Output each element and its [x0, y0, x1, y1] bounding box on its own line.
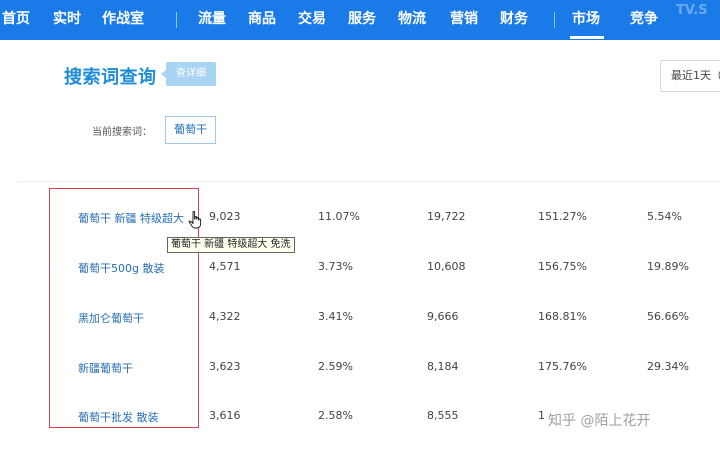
search-popularity-cell: 3,623: [209, 360, 241, 373]
current-keyword-label: 当前搜索词：: [92, 127, 152, 138]
zhihu-watermark: 知乎 @陌上花开: [548, 413, 651, 429]
ratio-cell: 156.75%: [538, 260, 587, 273]
nav-item-market[interactable]: 市场: [572, 0, 600, 40]
current-keyword-tag[interactable]: 葡萄干: [165, 116, 216, 144]
keyword-highlight-box: [49, 188, 199, 428]
nav-item-logistics[interactable]: 物流: [398, 0, 426, 40]
rate-cell: 5.54%: [647, 210, 682, 223]
count-cell: 8,184: [427, 360, 459, 373]
rate-cell: 29.34%: [647, 360, 689, 373]
rate-cell: 56.66%: [647, 310, 689, 323]
ratio-cell: 168.81%: [538, 310, 587, 323]
nav-item-traffic[interactable]: 流量: [198, 0, 226, 40]
search-query-header: [18, 40, 720, 182]
ratio-cell: 151.27%: [538, 210, 587, 223]
percent-cell: 11.07%: [318, 210, 360, 223]
nav-item-service[interactable]: 服务: [348, 0, 376, 40]
nav-item-realtime[interactable]: 实时: [53, 0, 81, 40]
percent-cell: 2.58%: [318, 409, 353, 422]
keyword-tooltip: 葡萄干 新疆 特级超大 免洗: [167, 237, 295, 253]
ratio-cell: 175.76%: [538, 360, 587, 373]
search-popularity-cell: 9,023: [209, 210, 241, 223]
nav-item-home[interactable]: 首页: [2, 0, 30, 40]
search-popularity-cell: 4,571: [209, 260, 241, 273]
nav-item-competition[interactable]: 竞争: [630, 0, 658, 40]
ratio-cell: 1: [538, 409, 545, 422]
hand-cursor-icon: [188, 211, 202, 229]
nav-item-war-room[interactable]: 作战室: [102, 0, 144, 40]
nav-active-indicator: [570, 36, 604, 39]
percent-cell: 2.59%: [318, 360, 353, 373]
nav-separator: [176, 12, 177, 28]
nav-separator: [554, 12, 555, 28]
count-cell: 8,555: [427, 409, 459, 422]
nav-item-products[interactable]: 商品: [248, 0, 276, 40]
page-title: 搜索词查询: [64, 67, 157, 88]
corner-watermark: TV.S: [676, 3, 708, 18]
nav-item-trades[interactable]: 交易: [298, 0, 326, 40]
rate-cell: 19.89%: [647, 260, 689, 273]
search-popularity-cell: 4,322: [209, 310, 241, 323]
count-cell: 10,608: [427, 260, 466, 273]
count-cell: 9,666: [427, 310, 459, 323]
top-nav: 首页 实时 作战室 流量 商品 交易 服务 物流 营销 财务 市场 竞争 TV.…: [0, 0, 720, 40]
nav-item-marketing[interactable]: 营销: [450, 0, 478, 40]
nav-item-finance[interactable]: 财务: [500, 0, 528, 40]
detail-badge[interactable]: 查详细: [161, 62, 216, 86]
count-cell: 19,722: [427, 210, 466, 223]
percent-cell: 3.73%: [318, 260, 353, 273]
percent-cell: 3.41%: [318, 310, 353, 323]
date-range-select[interactable]: 最近1天（: [660, 60, 720, 92]
search-popularity-cell: 3,616: [209, 409, 241, 422]
